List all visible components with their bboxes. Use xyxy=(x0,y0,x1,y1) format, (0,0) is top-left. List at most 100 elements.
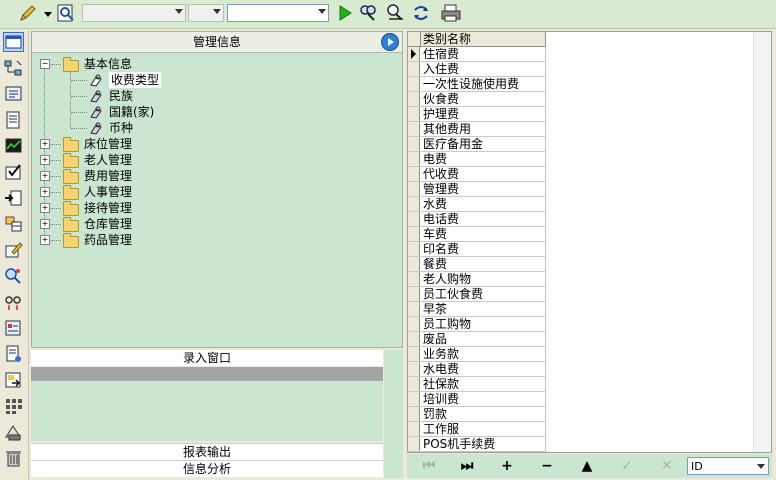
post-record-button[interactable]: ✓ xyxy=(609,456,645,476)
table-row[interactable]: 废品 xyxy=(408,332,546,347)
category-name-cell[interactable]: 员工购物 xyxy=(421,317,546,331)
export-icon[interactable] xyxy=(3,188,24,208)
category-name-cell[interactable]: 工作服 xyxy=(421,422,546,436)
table-row[interactable]: 印名费 xyxy=(408,242,546,257)
expand-icon[interactable]: + xyxy=(40,171,50,181)
last-record-button[interactable]: ⏭ xyxy=(449,456,485,476)
category-name-cell[interactable]: 废品 xyxy=(421,332,546,346)
table-row[interactable]: 代收费 xyxy=(408,167,546,182)
tree-node-bed-management[interactable]: + 床位管理 xyxy=(32,136,232,152)
delete-record-button[interactable]: − xyxy=(529,456,565,476)
receipt-icon[interactable] xyxy=(3,344,24,364)
tree-node-medicine-management[interactable]: + 药品管理 xyxy=(32,232,232,248)
category-name-cell[interactable]: 培训费 xyxy=(421,392,546,406)
table-row[interactable]: 员工购物 xyxy=(408,317,546,332)
tree-node-ethnicity[interactable]: 民族 xyxy=(32,88,232,104)
pencil-icon[interactable] xyxy=(18,3,38,23)
checkmark-icon[interactable] xyxy=(3,162,24,182)
window-icon[interactable] xyxy=(3,32,24,52)
first-record-button[interactable]: ⏮ xyxy=(411,456,447,476)
category-name-cell[interactable]: 餐费 xyxy=(421,257,546,271)
report-icon[interactable] xyxy=(3,318,24,338)
table-row[interactable]: 业务款 xyxy=(408,347,546,362)
refresh-icon[interactable] xyxy=(411,3,431,23)
table-row[interactable]: 培训费 xyxy=(408,392,546,407)
table-row[interactable]: 管理费 xyxy=(408,182,546,197)
category-name-cell[interactable]: 住宿费 xyxy=(421,47,546,61)
table-row[interactable]: 入住费 xyxy=(408,62,546,77)
table-row[interactable]: 员工伙食费 xyxy=(408,287,546,302)
table-row[interactable]: 社保款 xyxy=(408,377,546,392)
expand-icon[interactable]: + xyxy=(40,139,50,149)
table-row[interactable]: POS机手续费 xyxy=(408,437,546,452)
tree-node-hr-management[interactable]: + 人事管理 xyxy=(32,184,232,200)
column-header-category-name[interactable]: 类别名称 xyxy=(420,32,546,46)
category-name-cell[interactable]: 老人购物 xyxy=(421,272,546,286)
table-row[interactable]: 伙食费 xyxy=(408,92,546,107)
grid-icon[interactable] xyxy=(3,214,24,234)
collapse-icon[interactable]: − xyxy=(40,59,50,69)
data-grid[interactable]: 类别名称 住宿费 入住费 一次性设施使用费 伙食费 护理费 其他费用 医疗备用金 电费 代收费管… xyxy=(407,31,772,453)
category-name-cell[interactable]: 员工伙食费 xyxy=(421,287,546,301)
tree-node-currency[interactable]: 币种 xyxy=(32,120,232,136)
category-name-cell[interactable]: 车费 xyxy=(421,227,546,241)
category-name-cell[interactable]: 一次性设施使用费 xyxy=(421,77,546,91)
expand-icon[interactable]: + xyxy=(40,219,50,229)
print-icon[interactable] xyxy=(440,3,462,23)
info-analysis-button[interactable]: 信息分析 xyxy=(31,460,383,477)
table-row[interactable]: 老人购物 xyxy=(408,272,546,287)
trash-icon[interactable] xyxy=(3,448,24,468)
card-icon[interactable] xyxy=(3,84,24,104)
play-circle-icon[interactable] xyxy=(381,33,399,51)
network-icon[interactable] xyxy=(3,58,24,78)
table-row[interactable]: 其他费用 xyxy=(408,122,546,137)
table-row[interactable]: 医疗备用金 xyxy=(408,137,546,152)
cancel-record-button[interactable]: ✕ xyxy=(649,456,685,476)
filter-operator-select[interactable] xyxy=(188,4,224,22)
tree-node-nationality[interactable]: 国籍(家) xyxy=(32,104,232,120)
chevron-down-icon[interactable] xyxy=(44,12,52,17)
tree-node-warehouse-management[interactable]: + 仓库管理 xyxy=(32,216,232,232)
preview-icon[interactable] xyxy=(56,3,76,23)
category-name-cell[interactable]: 罚款 xyxy=(421,407,546,421)
expand-icon[interactable]: + xyxy=(40,203,50,213)
tree-node-elderly-management[interactable]: + 老人管理 xyxy=(32,152,232,168)
tools-icon[interactable] xyxy=(3,422,24,442)
document-icon[interactable] xyxy=(3,110,24,130)
category-name-cell[interactable]: 社保款 xyxy=(421,377,546,391)
category-name-cell[interactable]: 电话费 xyxy=(421,212,546,226)
category-name-cell[interactable]: 入住费 xyxy=(421,62,546,76)
table-row[interactable]: 早茶 xyxy=(408,302,546,317)
category-name-cell[interactable]: 业务款 xyxy=(421,347,546,361)
category-name-cell[interactable]: 其他费用 xyxy=(421,122,546,136)
filter-field-select[interactable] xyxy=(82,4,186,22)
category-name-cell[interactable]: 代收费 xyxy=(421,167,546,181)
table-row[interactable]: 水费 xyxy=(408,197,546,212)
sort-field-select[interactable]: ID xyxy=(687,457,769,475)
table-row[interactable]: 水电费 xyxy=(408,362,546,377)
category-name-cell[interactable]: 护理费 xyxy=(421,107,546,121)
category-name-cell[interactable]: 水费 xyxy=(421,197,546,211)
table-row[interactable]: 电话费 xyxy=(408,212,546,227)
find-icon[interactable] xyxy=(3,266,24,286)
search-icon[interactable] xyxy=(358,3,378,23)
table-row[interactable]: 住宿费 xyxy=(408,47,546,62)
table-row[interactable]: 电费 xyxy=(408,152,546,167)
report-output-button[interactable]: 报表输出 xyxy=(31,443,383,460)
category-name-cell[interactable]: 管理费 xyxy=(421,182,546,196)
link-icon[interactable] xyxy=(3,292,24,312)
table-row[interactable]: 餐费 xyxy=(408,257,546,272)
expand-icon[interactable]: + xyxy=(40,235,50,245)
tree-node-basic-info[interactable]: − 基本信息 xyxy=(32,56,232,72)
table-row[interactable]: 护理费 xyxy=(408,107,546,122)
edit-icon[interactable] xyxy=(3,240,24,260)
table-row[interactable]: 罚款 xyxy=(408,407,546,422)
filter-value-input[interactable] xyxy=(227,4,329,22)
category-name-cell[interactable]: 早茶 xyxy=(421,302,546,316)
category-name-cell[interactable]: 印名费 xyxy=(421,242,546,256)
category-name-cell[interactable]: 伙食费 xyxy=(421,92,546,106)
add-record-button[interactable]: + xyxy=(489,456,525,476)
chart-icon[interactable] xyxy=(3,136,24,156)
category-name-cell[interactable]: 水电费 xyxy=(421,362,546,376)
tree-node-fee-type[interactable]: 收费类型 xyxy=(32,72,232,88)
